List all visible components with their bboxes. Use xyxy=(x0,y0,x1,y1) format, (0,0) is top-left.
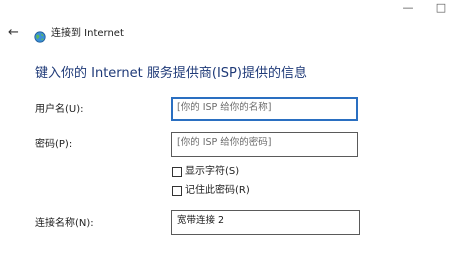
password-field[interactable]: [你的 ISP 给你的密码] xyxy=(171,132,358,157)
form-heading: 键入你的 Internet 服务提供商(ISP)提供的信息 xyxy=(35,66,307,81)
network-globe-icon xyxy=(34,28,46,43)
minimize-button[interactable]: — xyxy=(398,0,418,16)
show-characters-label: 显示字符(S) xyxy=(185,166,240,177)
back-arrow-icon[interactable]: ← xyxy=(8,26,19,40)
restore-button[interactable]: □ xyxy=(432,0,450,16)
window-title: 连接到 Internet xyxy=(51,28,124,39)
connection-name-label: 连接名称(N): xyxy=(35,218,94,229)
remember-password-checkbox[interactable] xyxy=(172,186,182,196)
connection-name-field[interactable]: 宽带连接 2 xyxy=(171,210,360,235)
username-field[interactable]: [你的 ISP 给你的名称] xyxy=(171,97,358,121)
remember-password-label: 记住此密码(R) xyxy=(185,185,250,196)
password-label: 密码(P): xyxy=(35,139,73,150)
show-characters-checkbox[interactable] xyxy=(172,167,182,177)
username-label: 用户名(U): xyxy=(35,104,84,115)
